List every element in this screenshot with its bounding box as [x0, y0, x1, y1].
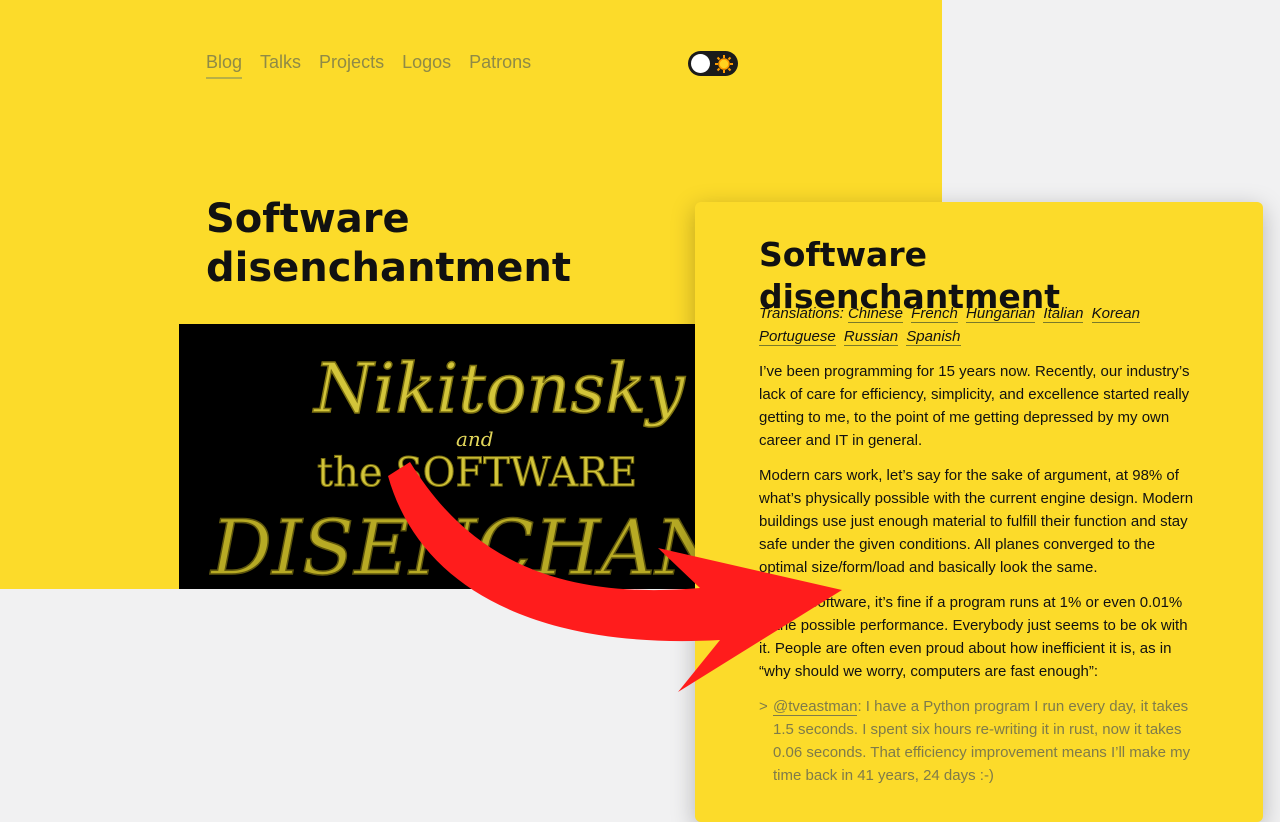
nav-logos[interactable]: Logos: [402, 52, 451, 79]
main-nav: Blog Talks Projects Logos Patrons: [206, 52, 549, 79]
translation-russian[interactable]: Russian: [843, 328, 899, 346]
hero-image-line4: DISENCHANTMENT: [209, 503, 719, 589]
toggle-knob: [691, 54, 710, 73]
translation-chinese[interactable]: Chinese: [847, 305, 903, 323]
translation-portuguese[interactable]: Portuguese: [759, 328, 836, 346]
translation-korean[interactable]: Korean: [1091, 305, 1140, 323]
hero-image-line3: the SOFTWARE: [317, 450, 637, 496]
translation-hungarian[interactable]: Hungarian: [966, 305, 1036, 323]
nav-projects[interactable]: Projects: [319, 52, 384, 79]
translation-spanish[interactable]: Spanish: [906, 328, 961, 346]
paragraph-3: Only in software, it’s fine if a program…: [759, 594, 1188, 680]
blockquote: > @tveastman: I have a Python program I …: [759, 695, 1197, 787]
nav-patrons[interactable]: Patrons: [469, 52, 531, 79]
paragraph-2: Modern cars work, let’s say for the sake…: [759, 467, 1194, 576]
quote-marker: >: [759, 698, 768, 715]
translation-french[interactable]: French: [911, 305, 958, 323]
hero-image: Nikitonsky and the SOFTWARE DISENCHANTME…: [179, 324, 719, 589]
quote-author-link[interactable]: @tveastman: [773, 698, 858, 716]
translation-italian[interactable]: Italian: [1043, 305, 1084, 323]
sun-icon: [713, 53, 735, 74]
translations-label: Translations:: [759, 305, 844, 322]
theme-toggle[interactable]: [688, 51, 738, 76]
nav-blog[interactable]: Blog: [206, 52, 243, 79]
article-body: Translations: Chinese French Hungarian I…: [759, 302, 1197, 787]
article-card: Software disenchantment Translations: Ch…: [695, 202, 1263, 822]
translations: Translations: Chinese French Hungarian I…: [759, 302, 1197, 348]
hero-image-line2: and: [456, 427, 494, 451]
hero-image-line1: Nikitonsky: [312, 350, 686, 429]
page-title: Software disenchantment: [206, 196, 571, 291]
paragraph-1: I’ve been programming for 15 years now. …: [759, 363, 1190, 449]
nav-talks[interactable]: Talks: [260, 52, 301, 79]
